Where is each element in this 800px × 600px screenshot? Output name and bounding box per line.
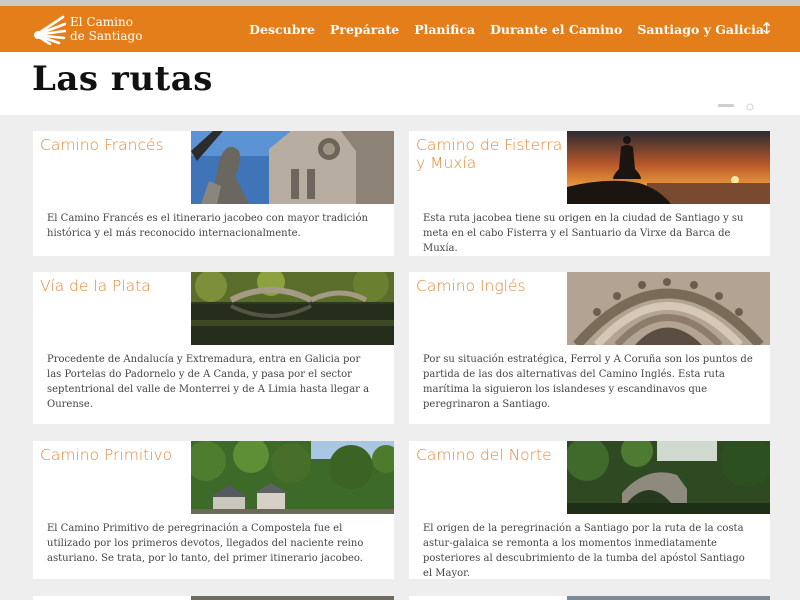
route-card-camino-ingles[interactable]: Camino Inglés Por su situación estratégi…	[409, 272, 770, 424]
faded-toolbar-icon	[718, 103, 754, 111]
route-card-fisterra-muxia[interactable]: Camino de Fisterra y Muxía Esta ruta jac…	[409, 131, 770, 256]
route-title[interactable]: Camino Francés	[40, 136, 188, 154]
route-description: El origen de la peregrinación a Santiago…	[423, 523, 745, 579]
route-card-camino-del-norte[interactable]: Camino del Norte El origen de la peregri…	[409, 441, 770, 579]
route-description: El Camino Primitivo de peregrinación a C…	[47, 523, 364, 564]
brand-line-1: El Camino	[70, 15, 133, 29]
stone-carving-photo[interactable]	[567, 272, 770, 345]
route-card-via-de-la-plata[interactable]: Vía de la Plata Procedente de Andalucía …	[33, 272, 394, 424]
sunset-meditation-photo[interactable]	[567, 131, 770, 204]
main-nav: Descubre Prepárate Planifica Durante el …	[234, 6, 764, 52]
route-card-partial-right[interactable]	[409, 596, 770, 600]
route-description: Procedente de Andalucía y Extremadura, e…	[47, 354, 370, 410]
nav-item-preparate[interactable]: Prepárate	[330, 22, 399, 37]
route-card-camino-frances[interactable]: Camino Francés El Camino Francés es el i…	[33, 131, 394, 256]
site-header: El Camino de Santiago Descubre Prepárate…	[0, 6, 800, 52]
route-title[interactable]: Camino Primitivo	[40, 446, 188, 464]
partial-route-photo[interactable]	[567, 596, 770, 600]
page-title: Las rutas	[32, 59, 213, 99]
route-title[interactable]: Camino de Fisterra y Muxía	[416, 136, 564, 172]
route-card-partial-left[interactable]	[33, 596, 394, 600]
partial-route-photo[interactable]	[191, 596, 394, 600]
route-title[interactable]: Camino Inglés	[416, 277, 564, 295]
cathedral-statue-photo[interactable]	[191, 131, 394, 204]
brand-name[interactable]: El Camino de Santiago	[70, 15, 142, 43]
route-description: Esta ruta jacobea tiene su origen en la …	[423, 213, 744, 254]
expand-toggle-icon[interactable]: ↕	[760, 19, 773, 39]
route-title[interactable]: Camino del Norte	[416, 446, 564, 464]
nav-item-planifica[interactable]: Planifica	[414, 22, 475, 37]
nav-item-santiago-y-galicia[interactable]: Santiago y Galicia	[637, 22, 764, 37]
nav-item-durante-el-camino[interactable]: Durante el Camino	[490, 22, 622, 37]
stone-bridge-photo[interactable]	[567, 441, 770, 514]
route-card-camino-primitivo[interactable]: Camino Primitivo El Camino Primitivo de …	[33, 441, 394, 579]
route-description: Por su situación estratégica, Ferrol y A…	[423, 354, 753, 410]
river-bridge-photo[interactable]	[191, 272, 394, 345]
brand-line-2: de Santiago	[70, 29, 143, 43]
page-title-bar: Las rutas	[0, 52, 800, 115]
village-forest-photo[interactable]	[191, 441, 394, 514]
route-title[interactable]: Vía de la Plata	[40, 277, 188, 295]
nav-item-descubre[interactable]: Descubre	[249, 22, 315, 37]
route-description: El Camino Francés es el itinerario jacob…	[47, 213, 368, 239]
scallop-shell-logo-icon[interactable]	[32, 13, 66, 45]
